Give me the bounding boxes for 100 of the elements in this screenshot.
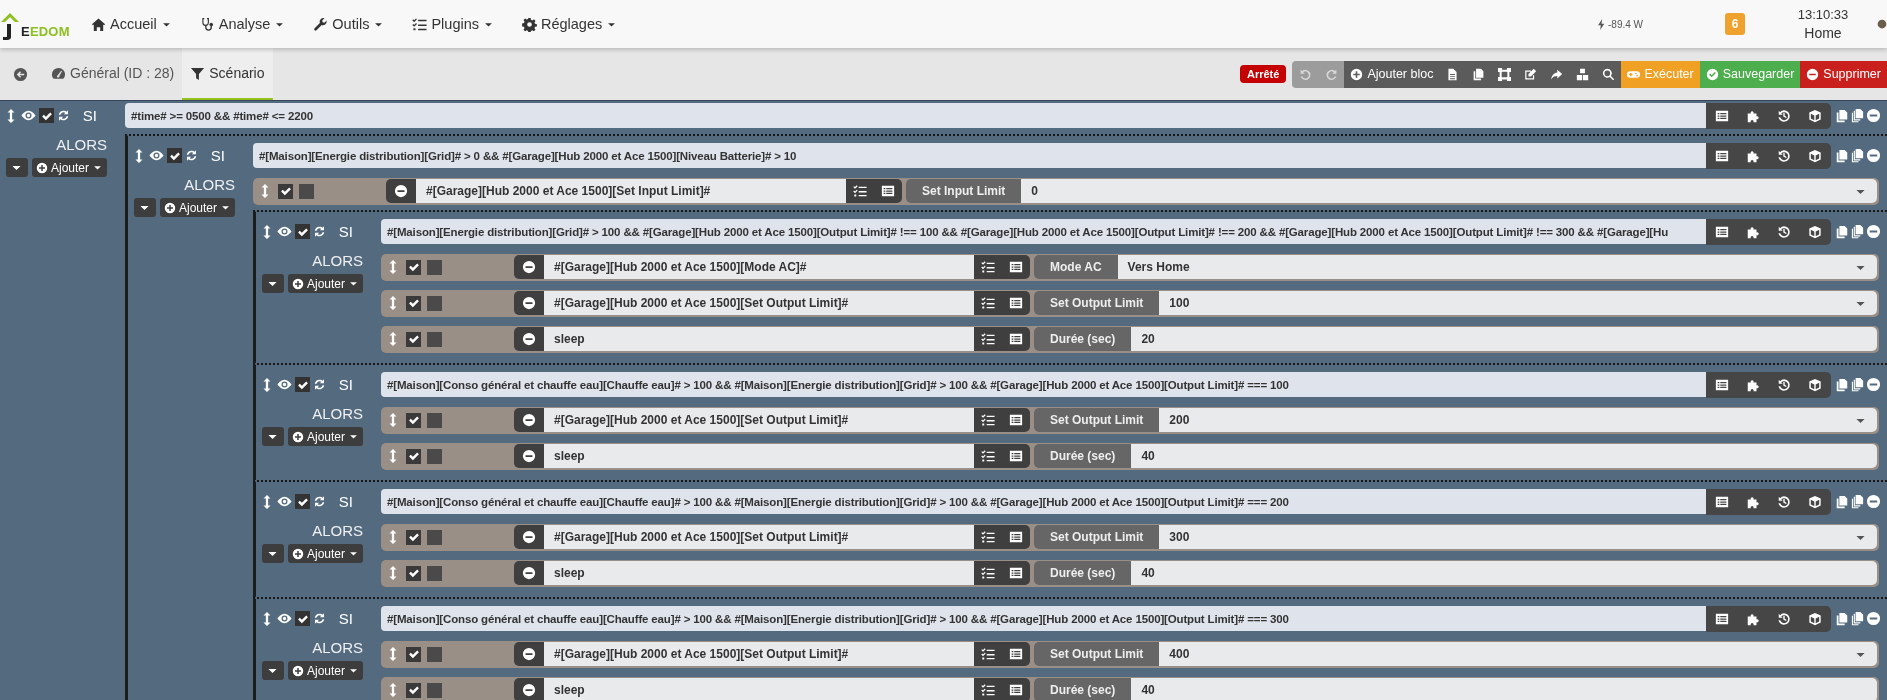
condition-field[interactable]: #[Maison][Conso général et chauffe eau][Chauffe eau]# > 100 && #[Maison][Energie distribution][Grid]# > 100 && #[Garage][Hub 2000 et Ace 1500][Output Limit]# === 300 bbox=[381, 606, 1706, 631]
checklist-icon[interactable] bbox=[981, 530, 995, 544]
value-field[interactable]: 40 bbox=[1131, 678, 1877, 700]
condition-field[interactable]: #time# >= 0500 && #time# <= 2200 bbox=[125, 103, 1706, 128]
puzzle-icon[interactable] bbox=[1745, 148, 1760, 163]
expression-field[interactable]: sleep bbox=[544, 561, 974, 585]
copies-icon[interactable] bbox=[1850, 494, 1865, 509]
eye-icon[interactable] bbox=[277, 377, 292, 392]
copy-icon[interactable] bbox=[1835, 494, 1849, 509]
list-icon[interactable] bbox=[1009, 683, 1023, 697]
eye-icon[interactable] bbox=[21, 108, 36, 123]
list-icon[interactable] bbox=[1009, 530, 1023, 544]
checklist-icon[interactable] bbox=[981, 413, 995, 427]
history-icon[interactable] bbox=[1777, 611, 1792, 626]
collapse-button[interactable] bbox=[133, 198, 156, 217]
expression-field[interactable]: sleep bbox=[544, 678, 974, 700]
list-icon[interactable] bbox=[1009, 647, 1023, 661]
avatar-icon[interactable] bbox=[1877, 19, 1887, 29]
value-field[interactable]: 40 bbox=[1131, 561, 1877, 585]
expression-field[interactable]: #[Garage][Hub 2000 et Ace 1500][Mode AC]# bbox=[544, 255, 974, 279]
enable-checkbox[interactable] bbox=[39, 108, 54, 123]
remove-action-button[interactable] bbox=[514, 642, 544, 666]
checklist-icon[interactable] bbox=[981, 566, 995, 580]
condition-field[interactable]: #[Maison][Conso général et chauffe eau][Chauffe eau]# > 100 && #[Maison][Energie distribution][Grid]# > 100 && #[Garage][Hub 2000 et Ace 1500][Output Limit]# === 100 bbox=[381, 372, 1706, 397]
background-checkbox[interactable] bbox=[299, 183, 314, 199]
add-block-button[interactable]: Ajouter bloc bbox=[1344, 60, 1440, 88]
value-field[interactable]: 100 bbox=[1159, 291, 1877, 315]
remove-action-button[interactable] bbox=[514, 561, 544, 585]
enable-checkbox[interactable] bbox=[406, 412, 421, 428]
remove-block-icon[interactable] bbox=[1866, 108, 1881, 123]
checklist-icon[interactable] bbox=[981, 683, 995, 697]
refresh-icon[interactable] bbox=[313, 225, 326, 238]
enable-checkbox[interactable] bbox=[295, 611, 310, 626]
puzzle-icon[interactable] bbox=[1745, 108, 1760, 123]
enable-checkbox[interactable] bbox=[295, 377, 310, 392]
add-button[interactable]: Ajouter bbox=[287, 274, 363, 293]
collapse-button[interactable] bbox=[261, 661, 284, 680]
remove-action-button[interactable] bbox=[514, 291, 544, 315]
expression-field[interactable]: #[Garage][Hub 2000 et Ace 1500][Set Output Limit]# bbox=[544, 408, 974, 432]
list-icon[interactable] bbox=[1714, 494, 1729, 509]
enable-checkbox[interactable] bbox=[406, 529, 421, 545]
background-checkbox[interactable] bbox=[427, 529, 442, 545]
copy-icon[interactable] bbox=[1835, 224, 1849, 239]
enable-checkbox[interactable] bbox=[295, 224, 310, 239]
checklist-icon[interactable] bbox=[981, 260, 995, 274]
checklist-icon[interactable] bbox=[853, 184, 867, 198]
value-field[interactable]: 400 bbox=[1159, 642, 1877, 666]
list-icon[interactable] bbox=[1714, 224, 1729, 239]
expression-field[interactable]: #[Garage][Hub 2000 et Ace 1500][Set Output Limit]# bbox=[544, 642, 974, 666]
enable-checkbox[interactable] bbox=[406, 448, 421, 464]
checklist-icon[interactable] bbox=[981, 647, 995, 661]
refresh-icon[interactable] bbox=[313, 612, 326, 625]
value-field[interactable]: 200 bbox=[1159, 408, 1877, 432]
remove-block-icon[interactable] bbox=[1866, 148, 1881, 163]
list-icon[interactable] bbox=[1714, 611, 1729, 626]
menu-item[interactable]: Plugins bbox=[398, 16, 508, 32]
remove-action-button[interactable] bbox=[514, 525, 544, 549]
background-checkbox[interactable] bbox=[427, 646, 442, 662]
puzzle-icon[interactable] bbox=[1745, 611, 1760, 626]
list-icon[interactable] bbox=[1009, 296, 1023, 310]
value-field[interactable]: 20 bbox=[1131, 327, 1877, 351]
list-icon[interactable] bbox=[1009, 413, 1023, 427]
eye-icon[interactable] bbox=[277, 494, 292, 509]
delete-button[interactable]: Supprimer bbox=[1800, 60, 1887, 88]
background-checkbox[interactable] bbox=[427, 295, 442, 311]
cube-icon[interactable] bbox=[1808, 148, 1823, 163]
eye-icon[interactable] bbox=[277, 224, 292, 239]
add-button[interactable]: Ajouter bbox=[287, 661, 363, 680]
copy-icon[interactable] bbox=[1835, 148, 1849, 163]
menu-item[interactable]: Réglages bbox=[508, 16, 632, 32]
tab[interactable]: Général (ID : 28) bbox=[43, 48, 183, 100]
search-button[interactable] bbox=[1595, 60, 1622, 88]
expression-field[interactable]: #[Garage][Hub 2000 et Ace 1500][Set Output Limit]# bbox=[544, 525, 974, 549]
remove-block-icon[interactable] bbox=[1866, 377, 1881, 392]
value-field[interactable]: 40 bbox=[1131, 444, 1877, 468]
enable-checkbox[interactable] bbox=[406, 565, 421, 581]
collapse-button[interactable] bbox=[261, 274, 284, 293]
collapse-button[interactable] bbox=[5, 158, 28, 177]
list-icon[interactable] bbox=[1714, 148, 1729, 163]
list-icon[interactable] bbox=[1009, 449, 1023, 463]
copies-icon[interactable] bbox=[1850, 611, 1865, 626]
history-icon[interactable] bbox=[1777, 377, 1792, 392]
puzzle-icon[interactable] bbox=[1745, 377, 1760, 392]
refresh-icon[interactable] bbox=[313, 378, 326, 391]
eye-icon[interactable] bbox=[277, 611, 292, 626]
add-button[interactable]: Ajouter bbox=[287, 427, 363, 446]
mode-label[interactable]: Home bbox=[1804, 25, 1842, 41]
refresh-icon[interactable] bbox=[57, 109, 70, 122]
remove-action-button[interactable] bbox=[514, 327, 544, 351]
value-field[interactable]: 300 bbox=[1159, 525, 1877, 549]
enable-checkbox[interactable] bbox=[167, 148, 182, 163]
background-checkbox[interactable] bbox=[427, 565, 442, 581]
copies-icon[interactable] bbox=[1850, 224, 1865, 239]
remove-block-icon[interactable] bbox=[1866, 224, 1881, 239]
menu-item[interactable]: Analyse bbox=[185, 16, 300, 32]
background-checkbox[interactable] bbox=[427, 412, 442, 428]
background-checkbox[interactable] bbox=[427, 331, 442, 347]
condition-field[interactable]: #[Maison][Conso général et chauffe eau][Chauffe eau]# > 100 && #[Maison][Energie distribution][Grid]# > 100 && #[Garage][Hub 2000 et Ace 1500][Output Limit]# === 200 bbox=[381, 489, 1706, 514]
list-icon[interactable] bbox=[1009, 332, 1023, 346]
checklist-icon[interactable] bbox=[981, 296, 995, 310]
